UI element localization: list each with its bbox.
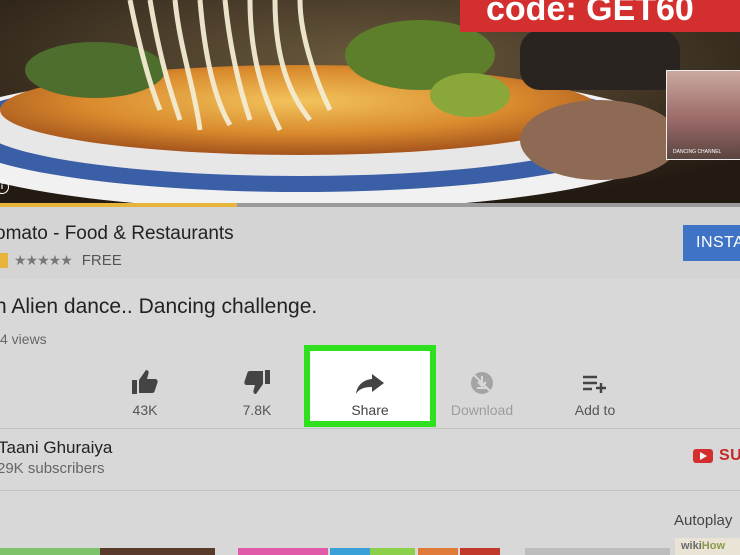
like-count: 43K [132, 402, 158, 418]
add-to-button[interactable]: Add to [545, 345, 645, 430]
wikihow-watermark: wikiHow [675, 538, 740, 555]
share-button[interactable]: Share [304, 345, 436, 427]
download-button[interactable]: Download [432, 345, 532, 430]
channel-name[interactable]: Taani Ghuraiya [0, 438, 112, 458]
recommended-thumbnail[interactable] [525, 548, 670, 555]
ad-badge [0, 252, 8, 268]
recommended-thumbnail[interactable] [238, 548, 328, 555]
subscribe-label: SUB [719, 447, 740, 464]
thumbnail-caption: DANCING CHANNEL [673, 149, 722, 155]
recommended-thumbnail[interactable] [370, 548, 415, 555]
autoplay-toggle-label[interactable]: Autoplay [674, 512, 732, 529]
download-disabled-icon [432, 361, 532, 395]
ad-banner[interactable]: omato - Food & Restaurants ★★★★★ FREE IN… [0, 207, 740, 279]
watermark-how: How [701, 540, 726, 552]
share-label: Share [351, 402, 389, 418]
recommended-thumbnail[interactable] [0, 548, 100, 555]
star-rating-icon: ★★★★★ [14, 251, 73, 268]
like-button[interactable]: 43K [95, 345, 195, 430]
thumbs-up-icon [95, 361, 195, 395]
recommended-videos-strip[interactable] [0, 548, 740, 555]
dislike-button[interactable]: 7.8K [207, 345, 307, 430]
subscriber-count: 29K subscribers [0, 460, 105, 477]
ad-price: FREE [81, 251, 122, 269]
recommended-thumbnail[interactable] [100, 548, 215, 555]
share-arrow-icon [310, 361, 430, 395]
subscribe-button[interactable]: SUB [693, 447, 740, 465]
divider [0, 490, 740, 491]
ad-title: omato - Food & Restaurants [0, 223, 234, 244]
recommended-thumbnail[interactable] [418, 548, 458, 555]
youtube-logo-icon [693, 449, 713, 463]
download-label: Download [450, 402, 514, 418]
dislike-count: 7.8K [242, 402, 272, 418]
thumbs-down-icon [207, 361, 307, 395]
video-title[interactable]: n Alien dance.. Dancing challenge. [0, 295, 317, 319]
playlist-add-icon [545, 361, 645, 395]
install-button[interactable]: INSTA [683, 225, 740, 261]
add-to-label: Add to [574, 402, 616, 418]
video-player[interactable]: code: GET60 DANCING CHANNEL i [0, 0, 740, 206]
divider [0, 428, 740, 429]
promo-code-banner: code: GET60 [460, 0, 740, 32]
ad-rating: ★★★★★ FREE [0, 250, 122, 270]
next-video-thumbnail[interactable]: DANCING CHANNEL [666, 70, 740, 160]
watermark-wiki: wiki [681, 540, 702, 552]
recommended-thumbnail[interactable] [460, 548, 500, 555]
recommended-thumbnail[interactable] [330, 548, 370, 555]
